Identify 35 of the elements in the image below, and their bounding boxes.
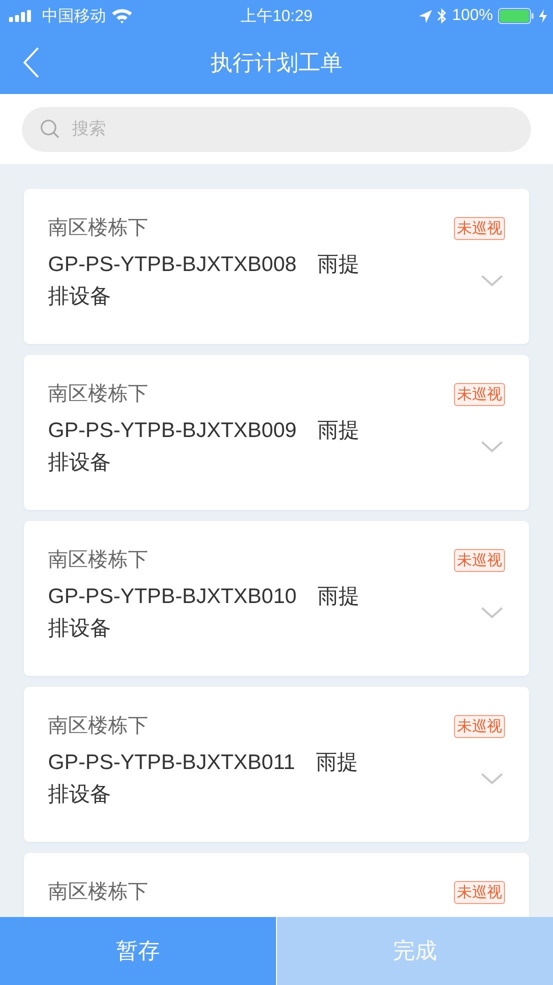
- clock-time: 上午10:29: [240, 6, 313, 26]
- equipment-name: GP-PS-YTPB-BJXTXB008 雨提排设备: [48, 252, 361, 310]
- location-arrow-icon: [419, 10, 432, 22]
- equipment-name: GP-PS-YTPB-BJXTXB011 雨提排设备: [48, 750, 360, 808]
- order-card[interactable]: 南区楼栋下 未巡视 GP-PS-YTPB-BJXTXB011 雨提排设备: [24, 687, 529, 842]
- location-label: 南区楼栋下: [48, 382, 148, 407]
- chevron-icon[interactable]: [481, 275, 503, 287]
- chevron-icon[interactable]: [481, 773, 503, 785]
- order-card[interactable]: 南区楼栋下 未巡视 GP-PS-YTPB-BJXTXB010 雨提排设备: [24, 521, 529, 676]
- carrier-name: 中国移动: [42, 6, 106, 26]
- page-title: 执行计划工单: [210, 49, 342, 77]
- chevron-icon[interactable]: [481, 441, 503, 453]
- location-label: 南区楼栋下: [48, 216, 148, 241]
- location-label: 南区楼栋下: [48, 714, 148, 739]
- status-tag: 未巡视: [454, 880, 505, 904]
- location-label: 南区楼栋下: [48, 880, 148, 905]
- search-icon: [40, 119, 60, 139]
- bluetooth-icon: [437, 8, 448, 24]
- equipment-name: GP-PS-YTPB-BJXTXB009 雨提排设备: [48, 418, 361, 476]
- charging-bolt-icon: [539, 9, 547, 23]
- search-bar[interactable]: 搜索: [22, 106, 531, 152]
- location-label: 南区楼栋下: [48, 548, 148, 573]
- order-card[interactable]: 南区楼栋下 未巡视 GP-PS-YTPB-BJXTXB008 雨提排设备: [24, 189, 529, 344]
- back-icon[interactable]: [23, 47, 39, 78]
- status-tag: 未巡视: [454, 548, 505, 572]
- order-card[interactable]: 南区楼栋下 未巡视 GP-PS-YTPB-BJXTXB009 雨提排设备: [24, 355, 529, 510]
- battery-percent: 100%: [452, 7, 493, 25]
- status-tag: 未巡视: [454, 714, 505, 738]
- equipment-name: GP-PS-YTPB-BJXTXB010 雨提排设备: [48, 584, 361, 642]
- status-tag: 未巡视: [454, 216, 505, 240]
- chevron-icon[interactable]: [481, 607, 503, 619]
- status-tag: 未巡视: [454, 382, 505, 406]
- battery-icon: [498, 8, 534, 24]
- order-card[interactable]: 南区楼栋下 未巡视: [24, 853, 529, 917]
- wifi-icon: [111, 8, 133, 24]
